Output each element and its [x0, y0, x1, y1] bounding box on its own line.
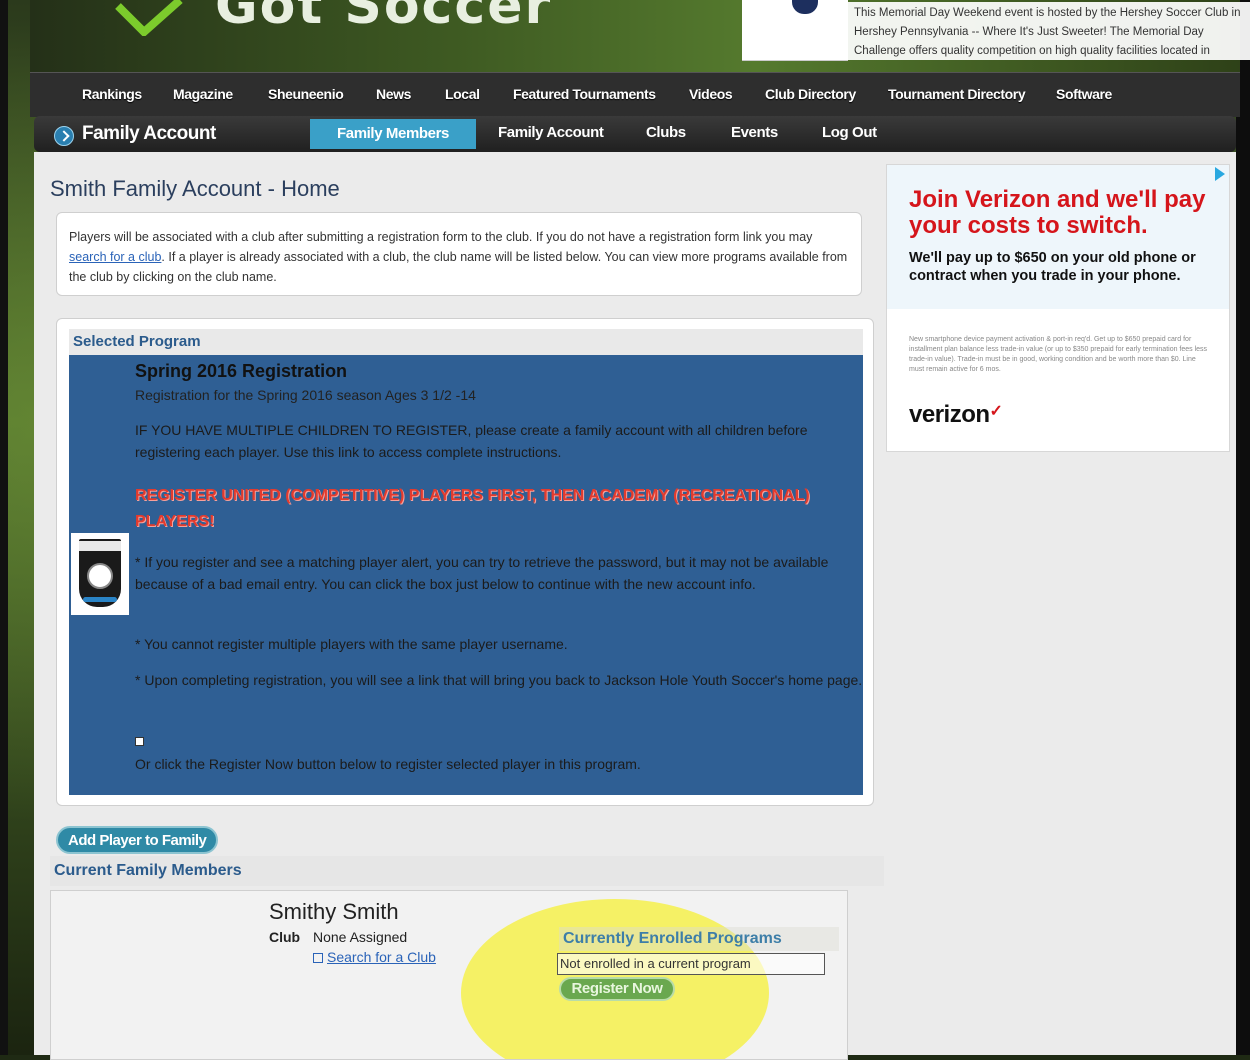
logo-check-icon [115, 0, 183, 36]
page-title: Smith Family Account - Home [50, 176, 340, 201]
info-text-end: . If a player is already associated with… [69, 250, 848, 284]
left-edge [0, 0, 8, 1055]
search-club-label: Search for a Club [327, 949, 436, 965]
verizon-wordmark: verizon [909, 401, 990, 428]
verizon-check-icon: ✓ [989, 403, 1003, 420]
nav-magazine[interactable]: Magazine [173, 86, 233, 102]
promo-text[interactable]: This Memorial Day Weekend event is hoste… [848, 2, 1250, 60]
tab-log-out[interactable]: Log Out [822, 124, 877, 141]
family-members-header: Current Family Members [50, 856, 884, 886]
main-nav: Rankings Magazine Sheuneenio News Local … [30, 72, 1240, 117]
adchoices-icon[interactable] [1215, 167, 1225, 181]
tab-family-account[interactable]: Family Account [498, 124, 604, 141]
nav-videos[interactable]: Videos [689, 86, 733, 102]
club-logo-image [71, 533, 129, 615]
nav-sheuneenio[interactable]: Sheuneenio [268, 86, 344, 102]
program-title: Spring 2016 Registration [135, 361, 348, 381]
program-bullet-3: * Upon completing registration, you will… [135, 672, 863, 688]
enrolled-programs-header: Currently Enrolled Programs [559, 927, 839, 951]
add-player-button[interactable]: Add Player to Family [56, 826, 219, 854]
ad-fine-print: New smartphone device payment activation… [909, 336, 1208, 373]
main-content: Smith Family Account - Home Players will… [34, 152, 1236, 1060]
tab-events[interactable]: Events [731, 124, 778, 141]
info-text-start: Players will be associated with a club a… [69, 230, 813, 244]
nav-software[interactable]: Software [1056, 86, 1112, 102]
site-logo[interactable]: Got Soccer [215, 0, 552, 36]
program-bullet-1: * If you register and see a matching pla… [135, 554, 829, 592]
ad-headline: Join Verizon and we'll pay your costs to… [909, 186, 1206, 239]
nav-featured-tournaments[interactable]: Featured Tournaments [513, 86, 656, 102]
selected-program-panel: Selected Program Spring 2016 Registratio… [56, 318, 874, 806]
search-for-club-link[interactable]: search for a club [69, 250, 161, 264]
nav-news[interactable]: News [376, 86, 411, 102]
club-value: None Assigned [313, 929, 408, 945]
program-header: Selected Program [69, 329, 863, 355]
enrolled-programs-box: Not enrolled in a current program [557, 953, 825, 975]
tab-family-members[interactable]: Family Members [310, 119, 476, 149]
verizon-logo: verizon✓ [909, 401, 1003, 429]
program-body: Spring 2016 Registration Registration fo… [69, 355, 863, 795]
family-member-card: Smithy Smith Club None Assigned Search f… [50, 890, 848, 1060]
program-subtitle: Registration for the Spring 2016 season … [135, 387, 476, 403]
site-banner: Got Soccer This Memorial Day Weekend eve… [30, 0, 1250, 72]
program-instructions: IF YOU HAVE MULTIPLE CHILDREN TO REGISTE… [135, 422, 808, 460]
program-footer-text: Or click the Register Now button below t… [135, 756, 641, 772]
verizon-ad[interactable]: Join Verizon and we'll pay your costs to… [886, 164, 1230, 452]
family-account-nav: Family Account Family Members Family Acc… [34, 116, 1236, 152]
nav-local[interactable]: Local [445, 86, 480, 102]
club-label: Club [269, 929, 301, 945]
promo-crest-image[interactable] [742, 0, 848, 61]
search-club-link[interactable]: Search for a Club [313, 949, 436, 965]
nav-rankings[interactable]: Rankings [82, 86, 142, 102]
register-now-button[interactable]: Register Now [559, 977, 675, 1001]
tab-clubs[interactable]: Clubs [646, 124, 686, 141]
nav-club-directory[interactable]: Club Directory [765, 86, 856, 102]
broken-image-icon[interactable] [135, 737, 144, 746]
member-name: Smithy Smith [269, 899, 399, 924]
nav-tournament-directory[interactable]: Tournament Directory [888, 86, 1026, 102]
chevron-right-icon [54, 126, 74, 146]
ad-subline: We'll pay up to $650 on your old phone o… [909, 250, 1196, 284]
program-red-notice: REGISTER UNITED (COMPETITIVE) PLAYERS FI… [135, 487, 810, 530]
program-bullet-2: * You cannot register multiple players w… [135, 636, 568, 652]
info-box: Players will be associated with a club a… [56, 212, 862, 296]
section-title: Family Account [82, 123, 216, 144]
search-square-icon [313, 953, 323, 963]
right-edge [1236, 0, 1250, 1055]
